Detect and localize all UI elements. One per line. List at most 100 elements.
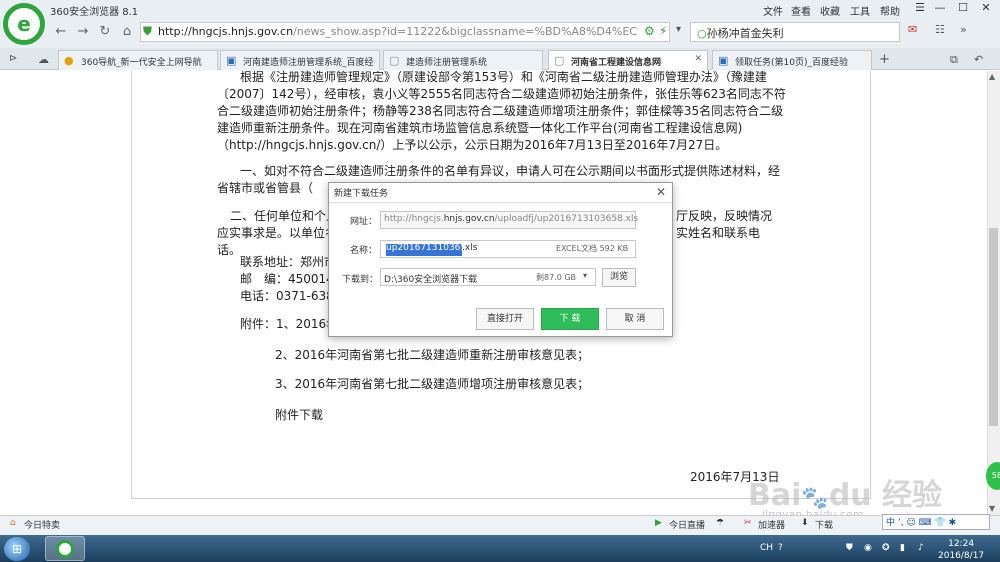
sidebar-toggle-icon[interactable]: ⊳: [9, 53, 17, 64]
home-icon[interactable]: ⌂: [118, 23, 136, 41]
tab-360-nav[interactable]: ● 360导航_新一代安全上网导航: [58, 50, 218, 70]
clock-time: 12:24: [948, 539, 975, 549]
doc-line: 附件：1、2016年: [240, 317, 339, 331]
download-button[interactable]: 下 载: [541, 308, 599, 330]
close-button[interactable]: ✕: [978, 1, 994, 16]
doc-line: 省辖市或省管县（: [217, 181, 314, 195]
doc-line: 联系地址：郑州市: [240, 255, 337, 269]
tab-list-icon[interactable]: ⧉: [950, 53, 958, 67]
help-icon[interactable]: ?: [778, 543, 783, 553]
download-link[interactable]: 下载: [815, 518, 833, 531]
dialog-url-text: http://hngcjs.hnjs.gov.cn/uploadfj/up201…: [384, 214, 638, 224]
system-clock[interactable]: 12:24 2016/8/17: [938, 538, 984, 562]
app-tray-icon[interactable]: ✪: [882, 543, 890, 553]
tab-baidu-experience[interactable]: ▣ 河南建造师注册管理系统_百度经: [220, 50, 380, 70]
ime-toolbar[interactable]: 中 ʼ, ☺ ⌨ 👕 ✱: [882, 514, 990, 530]
scrollbar-thumb[interactable]: [989, 228, 998, 426]
deals-icon[interactable]: ⌂: [10, 518, 16, 528]
doc-line: 话。: [217, 243, 242, 257]
refresh-icon[interactable]: ↻: [96, 23, 114, 41]
tools-icon[interactable]: ✉: [908, 23, 917, 36]
doc-line: 2、2016年河南省第七批二级建造师重新注册审核意见表；: [275, 348, 590, 362]
browser-logo-icon[interactable]: e: [3, 3, 45, 45]
tab-label: 河南建造师注册管理系统_百度经: [243, 58, 374, 68]
browser-icon: [56, 540, 74, 558]
tab-registration-system[interactable]: ▢ 建造师注册管理系统: [383, 50, 543, 70]
today-live-link[interactable]: 今日直播: [669, 518, 705, 531]
signal-tray-icon[interactable]: ▮: [900, 543, 905, 553]
doc-line: 实姓名和联系电: [676, 226, 761, 240]
free-space: 剩87.0 GB: [536, 273, 577, 282]
security-tray-icon[interactable]: ⛊: [846, 543, 853, 553]
tab-tasks[interactable]: ▣ 领取任务(第10页)_百度经验: [712, 50, 872, 70]
save-path-value: D:\360安全浏览器下载: [384, 275, 478, 285]
volume-icon[interactable]: ♪: [918, 543, 924, 553]
window-title: 360安全浏览器 8.1: [50, 7, 139, 18]
menu-view[interactable]: 查看: [791, 3, 811, 18]
menu-tools[interactable]: 工具: [850, 3, 870, 18]
filename-selected: up2016713103658: [386, 243, 472, 253]
forward-icon[interactable]: →: [74, 23, 92, 41]
dialog-close-icon[interactable]: ✕: [656, 185, 666, 199]
menu-help[interactable]: 帮助: [880, 3, 900, 18]
tab-label: 建造师注册管理系统: [406, 58, 488, 68]
clock-date: 2016/8/17: [938, 551, 985, 561]
minimize-button[interactable]: —: [932, 1, 948, 16]
speed-icon[interactable]: ⚡: [659, 24, 667, 38]
today-deals-link[interactable]: 今日特卖: [24, 518, 60, 531]
attachment-download-link[interactable]: 附件下载: [275, 407, 323, 424]
menu-file[interactable]: 文件: [763, 3, 783, 18]
doc-line: 邮 编：450014: [240, 272, 334, 286]
divider: [329, 202, 672, 203]
url-path: /news_show.asp?id=11222&bigclassname=%BD…: [293, 25, 638, 38]
tab-close-icon[interactable]: ✕: [694, 54, 702, 64]
cloud-icon[interactable]: ☁: [38, 53, 49, 66]
url-host-highlight: hnjs.gov.cn: [443, 214, 495, 224]
url-rest: /uploadfj/up2016713103658.xls: [494, 214, 639, 224]
browse-button[interactable]: 浏览: [602, 268, 636, 287]
doc-line: 电话：0371-638: [240, 289, 334, 303]
search-text[interactable]: ○孙杨冲首金失利: [697, 25, 784, 41]
taskbar-360-browser[interactable]: [45, 536, 85, 561]
open-directly-button[interactable]: 直接打开: [476, 308, 534, 330]
tool-icon[interactable]: ☂: [716, 518, 724, 528]
back-icon[interactable]: ←: [52, 23, 70, 41]
doc-line: 〔2007〕142号），经审核，袁小义等2555名同志符合二级建造师初始注册条件…: [217, 87, 786, 101]
menu-icon[interactable]: ☰: [912, 1, 928, 16]
tab-label: 360导航_新一代安全上网导航: [81, 58, 202, 68]
search-keyword: 孙杨冲首金失利: [706, 27, 784, 40]
maximize-button[interactable]: ☐: [955, 1, 971, 16]
address-text[interactable]: http://hngcjs.hnjs.gov.cn/news_show.asp?…: [158, 25, 638, 38]
scroll-up-icon[interactable]: ▲: [989, 72, 995, 81]
start-button[interactable]: ⊞: [4, 537, 30, 561]
live-icon[interactable]: ▶: [655, 518, 662, 528]
document-border: [870, 71, 871, 499]
tab-favicon-icon: ▣: [718, 54, 729, 67]
accelerator-link[interactable]: 加速器: [758, 518, 785, 531]
doc-line: 厅反映，反映情况: [676, 209, 773, 223]
tab-label: 河南省工程建设信息网: [571, 58, 662, 68]
url-label: 网址：: [350, 217, 378, 227]
file-info: EXCEL文档 592 KB: [556, 244, 629, 253]
plugin-icon[interactable]: ⚙: [644, 24, 655, 38]
chevron-down-icon[interactable]: ▾: [583, 271, 587, 280]
more-icon[interactable]: »: [960, 23, 967, 36]
security-shield-icon[interactable]: ⛊: [143, 24, 152, 39]
doc-line: 合二级建造师初始注册条件；杨静等238名同志符合二级建造师增项注册条件；郭佳樑等…: [217, 104, 784, 118]
undo-close-icon[interactable]: ↶: [974, 53, 983, 66]
download-icon[interactable]: ⬇: [801, 518, 809, 528]
extension-icon[interactable]: ☷: [935, 23, 945, 36]
new-tab-icon[interactable]: +: [879, 52, 890, 67]
network-tray-icon[interactable]: ◉: [864, 543, 872, 553]
accelerator-icon[interactable]: ✂: [744, 518, 752, 528]
filename-extension: .xls: [462, 243, 478, 253]
name-label: 名称：: [350, 246, 378, 256]
document-border: [131, 71, 132, 499]
tab-label: 领取任务(第10页)_百度经验: [735, 58, 848, 68]
scroll-down-icon[interactable]: ▼: [989, 504, 995, 513]
menu-favorites[interactable]: 收藏: [820, 3, 840, 18]
tab-henan-engineering[interactable]: ▢ 河南省工程建设信息网 ✕: [548, 50, 708, 70]
cancel-button[interactable]: 取 消: [606, 308, 664, 330]
ime-indicator[interactable]: CH: [760, 543, 773, 553]
dropdown-icon[interactable]: ▾: [676, 24, 681, 35]
